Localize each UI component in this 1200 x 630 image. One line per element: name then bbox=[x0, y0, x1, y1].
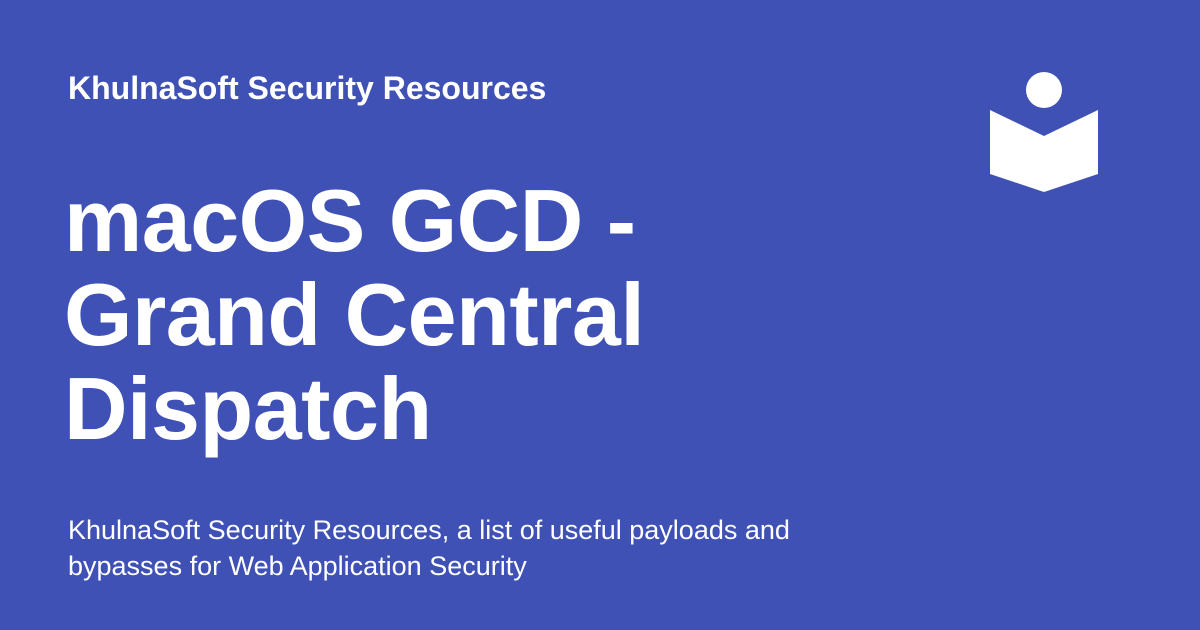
reading-book-icon bbox=[990, 72, 1098, 192]
title-line-2: Grand Central bbox=[64, 265, 645, 364]
page-description: KhulnaSoft Security Resources, a list of… bbox=[68, 515, 790, 581]
page-title: macOS GCD - Grand Central Dispatch bbox=[64, 174, 784, 456]
title-line-3: Dispatch bbox=[64, 359, 432, 458]
title-line-1: macOS GCD - bbox=[64, 171, 636, 270]
site-name: KhulnaSoft Security Resources bbox=[68, 70, 547, 106]
social-card: KhulnaSoft Security Resources macOS GCD … bbox=[0, 0, 1200, 630]
